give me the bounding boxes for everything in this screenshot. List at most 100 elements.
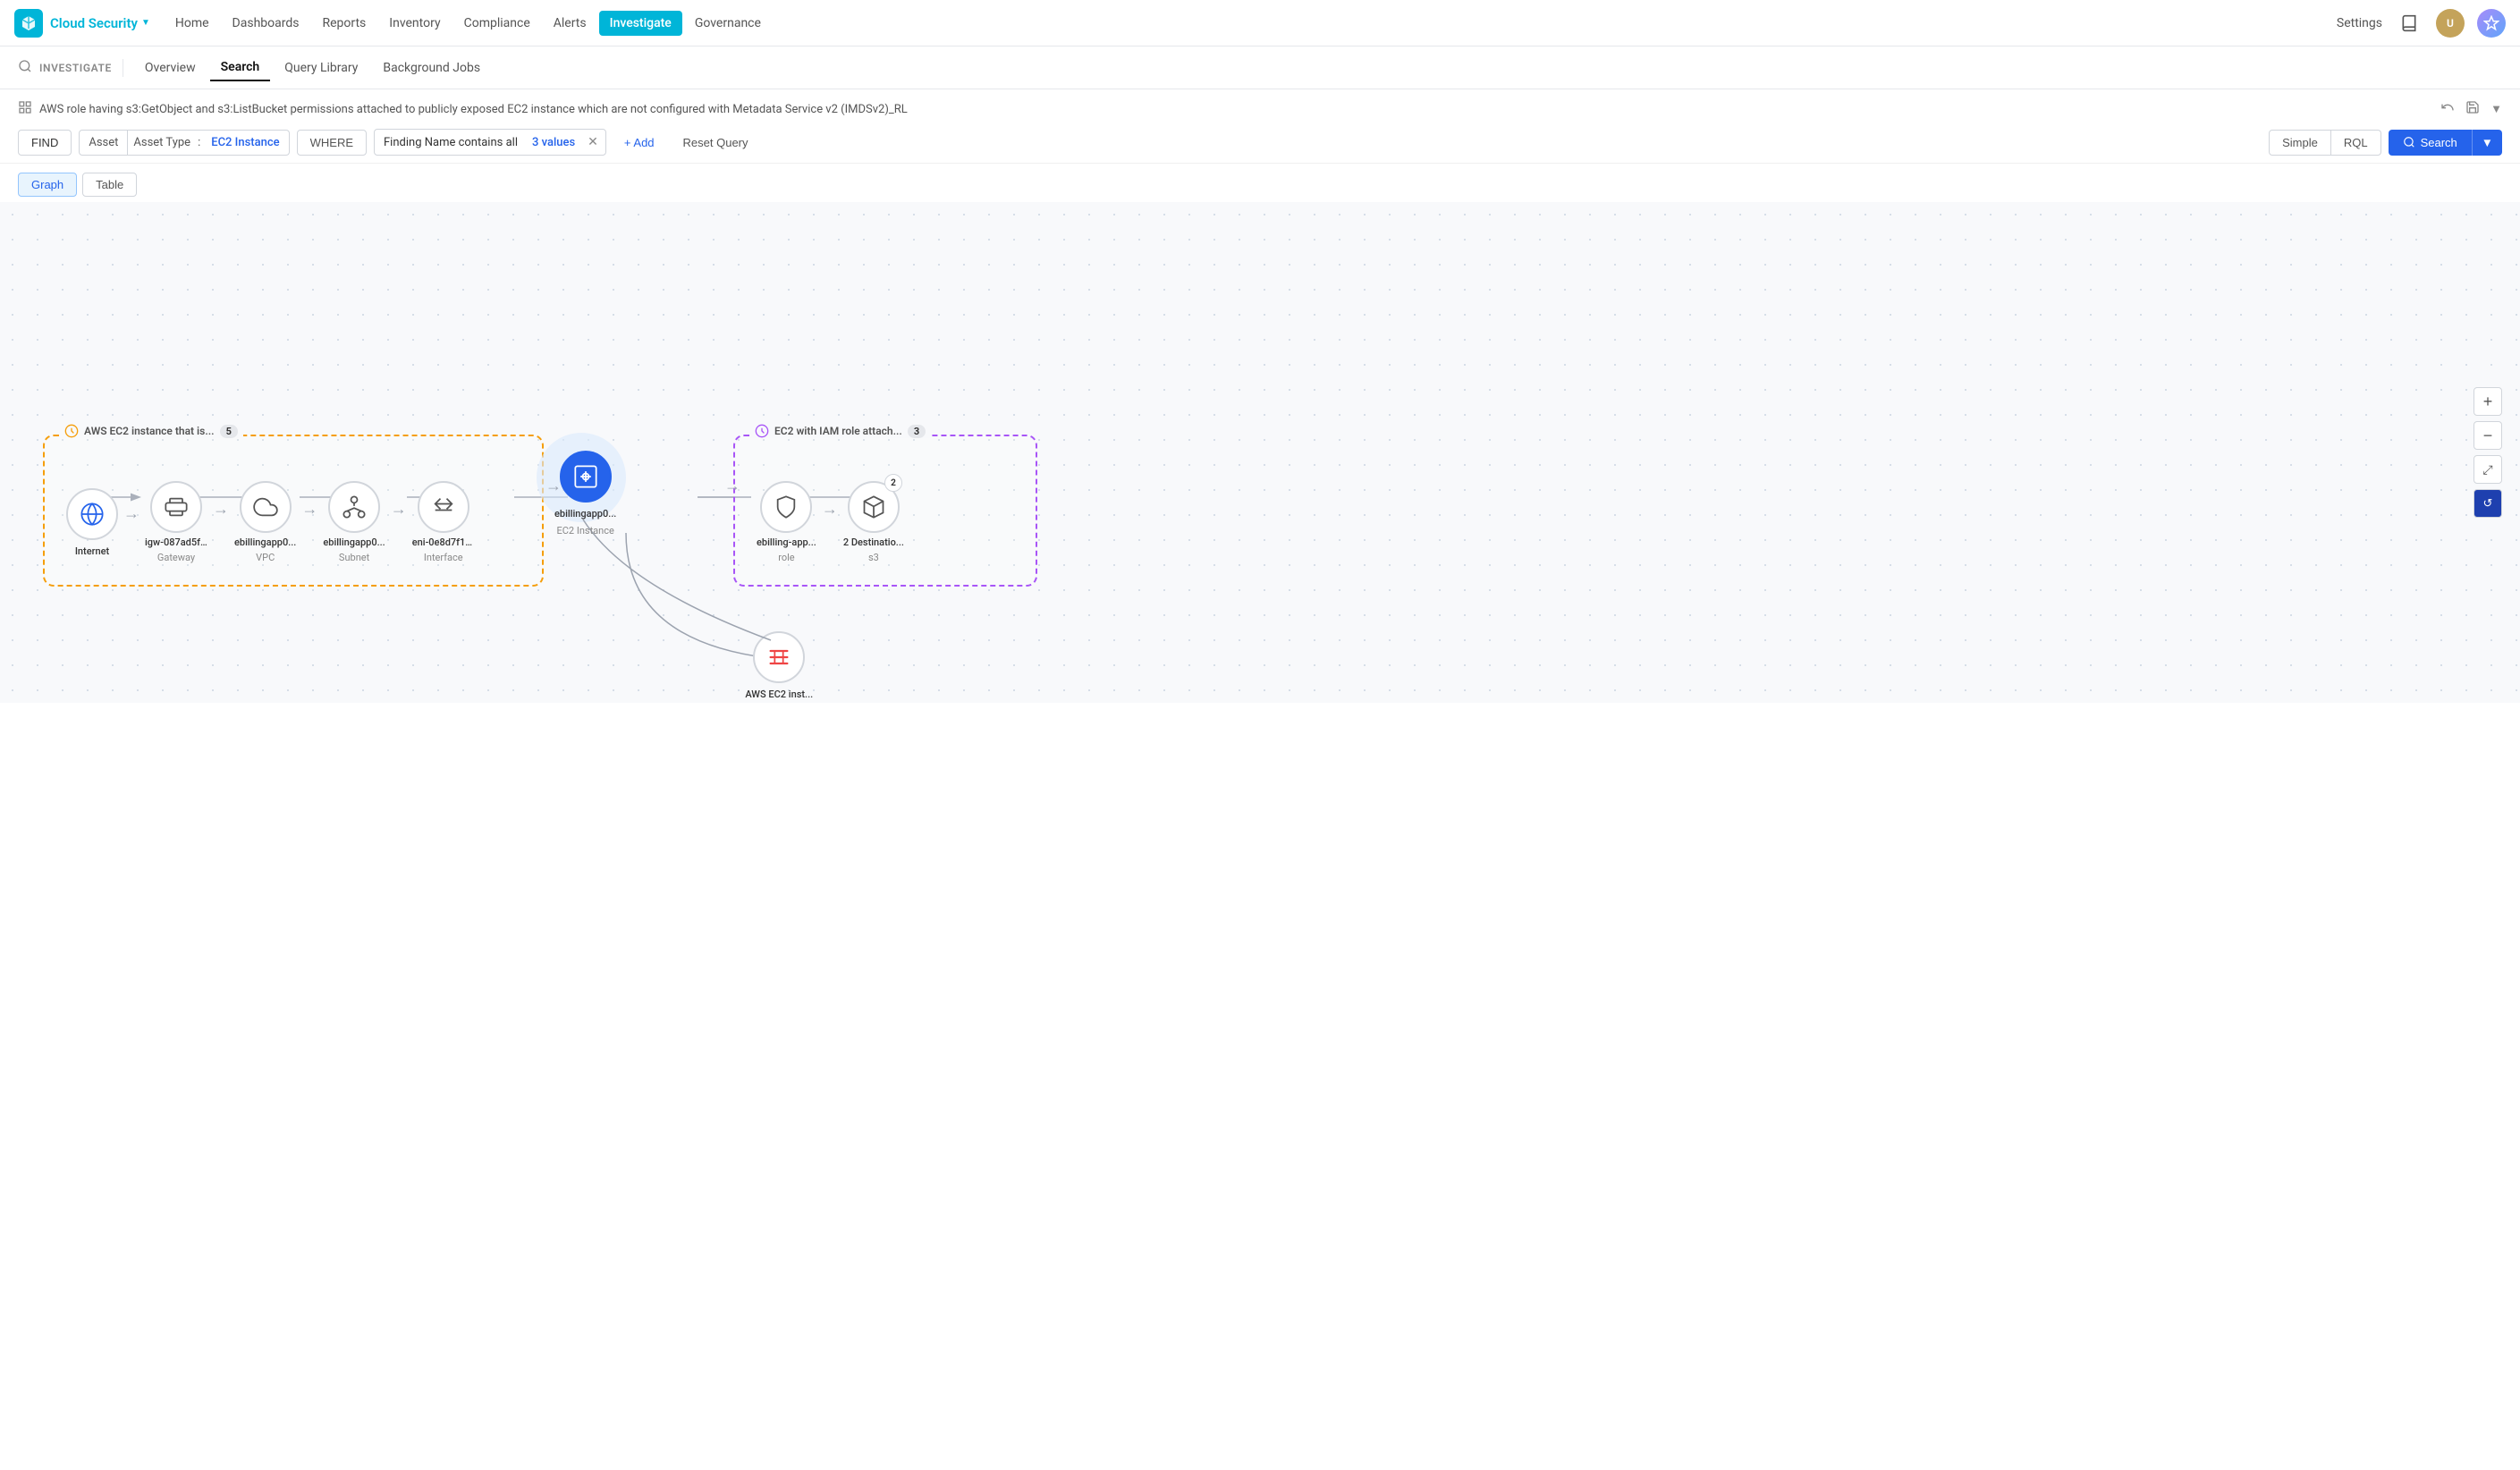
nav-item-dashboards[interactable]: Dashboards: [222, 11, 310, 36]
left-group-count: 5: [220, 425, 238, 438]
node-misconfiguration-wrap[interactable]: AWS EC2 inst... Misconfiguration: [742, 631, 816, 703]
avatar-icon[interactable]: U: [2436, 9, 2465, 38]
node-role-circle: [760, 481, 812, 533]
node-vpc[interactable]: ebillingapp0... VPC: [234, 481, 296, 563]
node-role[interactable]: ebilling-app... role: [757, 481, 816, 563]
search-button[interactable]: Search: [2389, 130, 2472, 156]
finding-filter-label: Finding Name contains all: [375, 131, 527, 155]
left-nodes-row: Internet → igw-087ad5f0... Gateway →: [66, 481, 520, 563]
tab-background-jobs[interactable]: Background Jobs: [372, 55, 491, 80]
values-count[interactable]: 3 values: [527, 131, 580, 155]
arrow-5: →: [820, 500, 840, 519]
arrow-3: →: [300, 500, 319, 519]
asset-type-label: Asset Type: [128, 131, 196, 155]
nav-item-alerts[interactable]: Alerts: [543, 11, 597, 36]
simple-mode-button[interactable]: Simple: [2269, 130, 2331, 156]
nav-item-compliance[interactable]: Compliance: [453, 11, 541, 36]
node-role-label: ebilling-app...: [757, 536, 816, 548]
table-view-button[interactable]: Table: [82, 173, 137, 197]
right-group-title: EC2 with IAM role attach...: [774, 425, 902, 437]
where-button[interactable]: WHERE: [297, 130, 367, 156]
left-group-title: AWS EC2 instance that is...: [84, 425, 215, 437]
left-group-label: AWS EC2 instance that is... 5: [59, 424, 243, 438]
search-button-icon: [2403, 136, 2415, 148]
asset-label[interactable]: Asset: [80, 131, 128, 155]
node-subnet-sublabel: Subnet: [339, 552, 369, 563]
node-ec2-label: ebillingapp0...: [554, 508, 616, 520]
undo-icon[interactable]: [2440, 100, 2455, 118]
nav-right: Settings U: [2337, 9, 2506, 38]
node-role-sublabel: role: [778, 552, 794, 563]
right-group-icon: [755, 424, 769, 438]
node-interface[interactable]: eni-0e8d7f19... Interface: [412, 481, 475, 563]
fit-view-button[interactable]: ⤢: [2473, 455, 2502, 484]
node-internet-circle: [66, 488, 118, 540]
arrow-to-right-group: →: [724, 477, 740, 495]
finding-filter: Finding Name contains all 3 values ✕: [374, 129, 606, 156]
node-internet[interactable]: Internet: [66, 488, 118, 557]
nav-item-inventory[interactable]: Inventory: [378, 11, 451, 36]
node-interface-sublabel: Interface: [424, 552, 463, 563]
node-s3-label: 2 Destinatio...: [843, 536, 904, 548]
zoom-controls: + − ⤢ ↺: [2473, 387, 2502, 518]
sub-nav: INVESTIGATE Overview Search Query Librar…: [0, 46, 2520, 89]
graph-canvas: AWS EC2 instance that is... 5 Internet →: [0, 202, 2520, 703]
add-button[interactable]: + Add: [613, 131, 665, 155]
node-subnet-label: ebillingapp0...: [323, 536, 385, 548]
right-nodes-row: ebilling-app... role → 2 2 Destinatio...…: [757, 481, 1014, 563]
node-internet-label: Internet: [75, 545, 109, 557]
app-name[interactable]: Cloud Security ▼: [50, 15, 150, 31]
node-ec2-wrap[interactable]: ebillingapp0... EC2 Instance: [554, 451, 616, 536]
clear-filter-icon[interactable]: ✕: [580, 130, 605, 155]
ec2-value[interactable]: EC2 Instance: [202, 131, 288, 155]
book-icon[interactable]: [2395, 9, 2423, 38]
tab-search[interactable]: Search: [210, 55, 271, 81]
nav-item-governance[interactable]: Governance: [684, 11, 772, 36]
node-igw-circle: [150, 481, 202, 533]
node-interface-circle: [418, 481, 469, 533]
zoom-in-button[interactable]: +: [2473, 387, 2502, 416]
nav-item-home[interactable]: Home: [165, 11, 220, 36]
query-controls: FIND Asset Asset Type : EC2 Instance WHE…: [18, 129, 2502, 156]
reset-view-button[interactable]: ↺: [2473, 489, 2502, 518]
node-igw[interactable]: igw-087ad5f0... Gateway: [145, 481, 207, 563]
toolbar-icons: ▼: [2440, 100, 2502, 118]
find-button[interactable]: FIND: [18, 130, 72, 156]
assistant-icon[interactable]: [2477, 9, 2506, 38]
query-description-text: AWS role having s3:GetObject and s3:List…: [39, 103, 908, 116]
tab-overview[interactable]: Overview: [134, 55, 207, 80]
node-vpc-label: ebillingapp0...: [234, 536, 296, 548]
left-group-box: AWS EC2 instance that is... 5 Internet →: [43, 435, 544, 587]
zoom-out-button[interactable]: −: [2473, 421, 2502, 450]
search-dropdown-button[interactable]: ▼: [2472, 130, 2502, 156]
query-description-bar: AWS role having s3:GetObject and s3:List…: [18, 100, 2502, 118]
left-group-icon: [64, 424, 79, 438]
logo-icon[interactable]: [14, 9, 43, 38]
node-igw-sublabel: Gateway: [157, 552, 195, 563]
node-misconfig-label: AWS EC2 inst...: [745, 689, 813, 700]
rql-mode-button[interactable]: RQL: [2331, 130, 2381, 156]
node-ec2-sublabel: EC2 Instance: [557, 525, 614, 536]
graph-view-button[interactable]: Graph: [18, 173, 77, 197]
node-s3-wrap[interactable]: 2 2 Destinatio... s3: [843, 481, 904, 563]
expand-icon[interactable]: ▼: [2490, 102, 2502, 116]
node-vpc-sublabel: VPC: [256, 552, 275, 563]
query-area: AWS role having s3:GetObject and s3:List…: [0, 89, 2520, 164]
tab-query-library[interactable]: Query Library: [274, 55, 368, 80]
node-subnet[interactable]: ebillingapp0... Subnet: [323, 481, 385, 563]
query-desc-icon: [18, 100, 32, 118]
node-s3-badge: 2: [884, 474, 902, 492]
node-s3-sublabel: s3: [868, 552, 879, 563]
search-button-group: Search ▼: [2389, 130, 2502, 156]
save-icon[interactable]: [2465, 100, 2480, 118]
top-nav: Cloud Security ▼ Home Dashboards Reports…: [0, 0, 2520, 46]
reset-button[interactable]: Reset Query: [672, 131, 759, 155]
node-vpc-circle: [240, 481, 292, 533]
nav-item-investigate[interactable]: Investigate: [599, 11, 682, 36]
nav-item-reports[interactable]: Reports: [311, 11, 376, 36]
settings-link[interactable]: Settings: [2337, 16, 2382, 30]
arrow-1: →: [122, 504, 141, 523]
nav-items: Home Dashboards Reports Inventory Compli…: [165, 11, 2330, 36]
node-interface-label: eni-0e8d7f19...: [412, 536, 475, 548]
arrow-4: →: [389, 500, 409, 519]
